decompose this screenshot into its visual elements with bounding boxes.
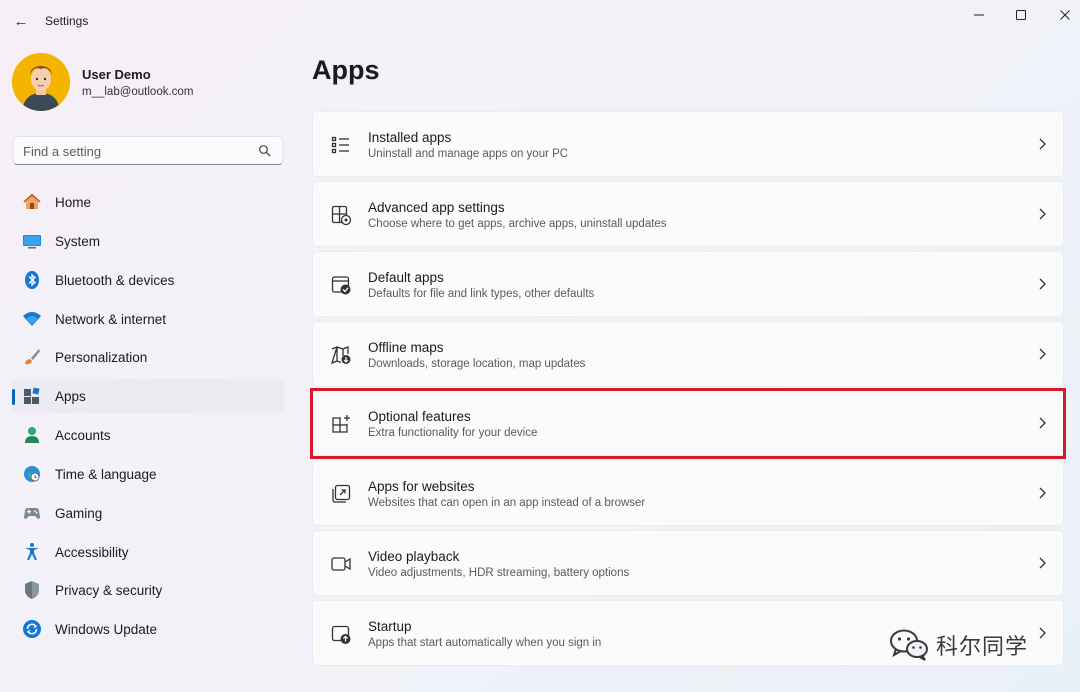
sidebar-nav: Home System Bluetooth & devices Network … [12,185,284,651]
user-name: User Demo [82,67,151,82]
card-title: Optional features [368,409,471,425]
update-icon [23,620,41,639]
back-arrow-icon: ← [13,12,29,30]
card-subtitle: Defaults for file and link types, other … [368,287,595,300]
card-subtitle: Websites that can open in an app instead… [368,497,646,510]
sidebar-item-home[interactable]: Home [12,185,284,219]
sidebar-item-label: Home [55,195,92,210]
settings-card-installed-apps[interactable]: Installed apps Uninstall and manage apps… [312,111,1064,177]
watermark-text: 科尔同学 [936,635,1029,660]
avatar[interactable] [12,53,70,111]
sidebar-item-label: Apps [55,389,86,405]
sidebar-item-accessibility[interactable]: Accessibility [12,535,284,569]
card-title: Default apps [368,269,444,285]
sidebar-item-label: Bluetooth & devices [55,272,175,288]
card-subtitle: Apps that start automatically when you s… [368,637,602,650]
startup-icon [331,625,351,645]
gamepad-icon [24,507,40,519]
card-title: Installed apps [368,130,452,145]
sidebar-item-label: Accounts [55,428,111,444]
settings-list: Installed apps Uninstall and manage apps… [312,111,1064,670]
wechat-icon [890,629,928,661]
close-button[interactable] [1042,0,1080,30]
sidebar-item-apps[interactable]: Apps [12,379,284,414]
app-settings-icon [331,205,352,226]
card-title: Advanced app settings [368,199,505,215]
sidebar-item-label: System [55,233,101,249]
video-icon [331,557,351,571]
settings-card-apps-for-websites[interactable]: Apps for websites Websites that can open… [312,460,1064,527]
back-button[interactable]: ← [10,10,32,32]
apps-icon [24,387,40,405]
search-box[interactable] [13,136,283,165]
search-icon[interactable] [258,144,272,158]
settings-card-video-playback[interactable]: Video playback Video adjustments, HDR st… [312,530,1064,597]
card-subtitle: Downloads, storage location, map updates [368,357,586,370]
settings-card-offline-maps[interactable]: Offline maps Downloads, storage location… [312,320,1064,387]
sidebar-item-label: Time & language [55,466,157,482]
sidebar-item-personalization[interactable]: Personalization [12,340,284,374]
system-icon [23,234,41,249]
settings-card-optional-features[interactable]: Optional features Extra functionality fo… [312,390,1064,457]
chevron-right-icon [1039,487,1046,499]
wifi-icon [23,311,41,326]
sidebar-item-label: Privacy & security [55,583,163,599]
sidebar-item-time-language[interactable]: Time & language [12,457,284,491]
open-external-icon [332,485,351,503]
globe-clock-icon [24,465,40,482]
user-avatar-icon [12,53,70,111]
selected-indicator [12,389,15,406]
chevron-right-icon [1039,278,1046,290]
title-bar: ← Settings [0,0,1080,42]
page-title: Apps [312,55,380,85]
minimize-icon [974,14,984,16]
sidebar-item-label: Network & internet [55,311,167,327]
bluetooth-icon [25,270,39,289]
sidebar-item-label: Gaming [55,505,103,521]
card-subtitle: Choose where to get apps, archive apps, … [368,217,667,230]
settings-card-default-apps[interactable]: Default apps Defaults for file and link … [312,250,1064,317]
sidebar-item-gaming[interactable]: Gaming [12,496,284,530]
card-subtitle: Video adjustments, HDR streaming, batter… [368,567,630,580]
search-input[interactable] [23,142,253,160]
sidebar-item-bluetooth[interactable]: Bluetooth & devices [12,263,284,297]
optional-features-icon [332,415,350,434]
brush-icon [25,349,40,365]
sidebar-item-accounts[interactable]: Accounts [12,418,284,452]
user-email: m__lab@outlook.com [82,86,194,98]
close-icon [1060,10,1070,20]
settings-card-advanced-app-settings[interactable]: Advanced app settings Choose where to ge… [312,180,1064,247]
card-subtitle: Extra functionality for your device [368,427,538,440]
sidebar-item-privacy-security[interactable]: Privacy & security [12,573,284,607]
maximize-button[interactable] [998,0,1044,30]
sidebar-item-network[interactable]: Network & internet [12,302,284,336]
app-title: Settings [45,14,89,28]
accounts-icon [25,427,39,444]
chevron-right-icon [1039,208,1046,220]
card-title: Apps for websites [368,479,475,495]
sidebar-item-label: Accessibility [55,544,129,560]
accessibility-icon [25,542,39,560]
shield-icon [25,581,39,600]
card-subtitle: Uninstall and manage apps on your PC [368,148,569,160]
sidebar-item-label: Personalization [55,350,148,366]
card-title: Startup [368,619,412,635]
maximize-icon [1016,10,1026,20]
default-apps-icon [331,276,351,295]
card-title: Offline maps [368,339,444,355]
minimize-button[interactable] [956,0,1002,30]
map-icon [330,345,351,364]
sidebar-item-label: Windows Update [55,622,158,638]
list-icon [331,136,349,154]
sidebar-item-system[interactable]: System [12,224,284,258]
sidebar-item-windows-update[interactable]: Windows Update [12,612,284,646]
chevron-right-icon [1039,417,1046,429]
home-icon [23,193,41,209]
watermark: 科尔同学 [888,625,1058,665]
chevron-right-icon [1039,557,1046,569]
chevron-right-icon [1039,348,1046,360]
card-title: Video playback [368,549,460,565]
chevron-right-icon [1039,138,1046,150]
